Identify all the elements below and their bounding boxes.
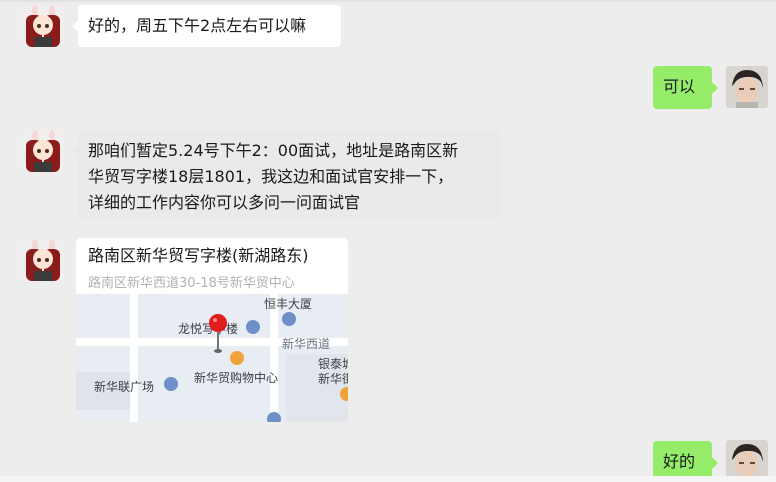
incoming-message-bubble[interactable]: 好的，周五下午2点左右可以嘛 bbox=[78, 5, 341, 47]
outgoing-message-bubble[interactable]: 可以 bbox=[653, 66, 712, 109]
message-text: 可以 bbox=[663, 77, 696, 96]
top-divider bbox=[0, 0, 776, 2]
shopping-icon bbox=[340, 387, 348, 401]
bubble-tail bbox=[712, 457, 718, 469]
incoming-message-bubble[interactable]: 那咱们暂定5.24号下午2：00面试，地址是路南区新 华贸写字楼18层1801，… bbox=[78, 130, 501, 218]
map-label: 恒丰大厦 bbox=[264, 297, 313, 311]
map-label: 新华街 bbox=[318, 372, 348, 386]
shopping-icon bbox=[230, 351, 244, 365]
message-text-line: 华贸写字楼18层1801，我这边和面试官安排一下， bbox=[88, 167, 454, 186]
message-text-line: 详细的工作内容你可以多问一问面试官 bbox=[88, 193, 361, 212]
message-text-line: 那咱们暂定5.24号下午2：00面试，地址是路南区新 bbox=[88, 141, 459, 160]
message-text: 好的 bbox=[663, 452, 696, 471]
contact-avatar[interactable] bbox=[22, 130, 64, 172]
contact-avatar[interactable] bbox=[22, 5, 64, 47]
location-address: 路南区新华西道30-18号新华贸中心 bbox=[88, 276, 295, 291]
map-preview[interactable]: 恒丰大厦 龙悦写字楼 新华西道 银泰城 新华街 新华贸购物中心 新华联广场 bbox=[76, 294, 348, 422]
self-avatar[interactable] bbox=[726, 440, 768, 480]
outgoing-message-bubble[interactable]: 好的 bbox=[653, 441, 712, 479]
building-icon bbox=[282, 312, 296, 326]
bottom-divider bbox=[0, 476, 776, 482]
building-icon bbox=[246, 320, 260, 334]
bubble-tail bbox=[712, 82, 718, 94]
map-label: 新华西道 bbox=[282, 337, 331, 351]
building-icon bbox=[164, 377, 178, 391]
building-icon bbox=[267, 412, 281, 422]
map-label: 新华贸购物中心 bbox=[194, 371, 279, 385]
contact-avatar[interactable] bbox=[22, 239, 64, 281]
location-title: 路南区新华贸写字楼(新湖路东) bbox=[88, 246, 309, 265]
message-text: 好的，周五下午2点左右可以嘛 bbox=[88, 16, 307, 35]
map-pin-icon bbox=[209, 314, 227, 353]
map-label: 新华联广场 bbox=[94, 380, 155, 394]
self-avatar[interactable] bbox=[726, 66, 768, 108]
location-message-card[interactable]: 路南区新华贸写字楼(新湖路东) 路南区新华西道30-18号新华贸中心 恒丰大厦 … bbox=[76, 238, 348, 422]
